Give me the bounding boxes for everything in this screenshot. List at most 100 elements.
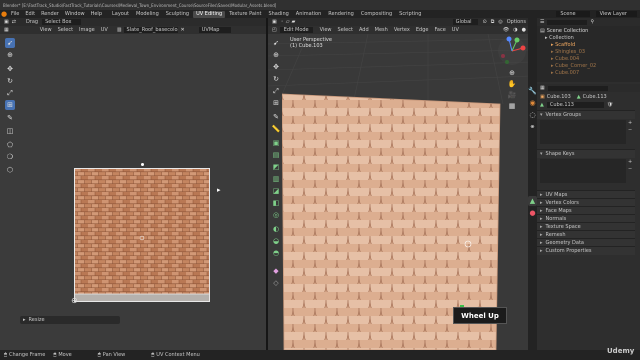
relax-icon[interactable]: ⬠ — [5, 140, 15, 150]
tab-uv-editing[interactable]: UV Editing — [193, 10, 226, 18]
vp-rotate-icon[interactable]: ↻ — [271, 74, 281, 84]
edge-select-icon[interactable]: ▱ — [286, 19, 290, 25]
section-shape-keys[interactable]: ▾ Shape Keys — [537, 149, 635, 158]
mode-dropdown[interactable]: Edit Mode — [279, 27, 313, 33]
hand-icon[interactable]: ✋ — [507, 79, 517, 89]
vp-cursor-icon[interactable]: ➹ — [271, 38, 281, 48]
last-operator-panel[interactable]: ▸ Resize — [20, 316, 120, 324]
vertex-groups-remove-icon[interactable]: − — [628, 127, 632, 133]
tab-rendering[interactable]: Rendering — [325, 11, 357, 18]
polybuild-icon[interactable]: ◧ — [271, 198, 281, 208]
proportional-icon[interactable]: ◎ — [498, 19, 502, 25]
vp-menu-add[interactable]: Add — [356, 27, 372, 33]
uv-menu-view[interactable]: View — [37, 27, 55, 33]
tab-layout[interactable]: Layout — [109, 11, 132, 18]
menu-help[interactable]: Help — [88, 11, 105, 17]
uv-sync-icon[interactable]: ⇄ — [12, 19, 16, 25]
vp-transform-icon[interactable]: ⊞ — [271, 98, 281, 108]
mesh-name-field[interactable]: Cube.113 — [546, 102, 604, 108]
vertex-select-icon[interactable]: ◦ — [281, 19, 284, 25]
editor-type-icon[interactable]: ▦ — [4, 27, 9, 33]
outliner-editor-icon[interactable]: ☰ — [540, 19, 544, 25]
tab-scripting[interactable]: Scripting — [396, 11, 424, 18]
edgeslide-icon[interactable]: ◒ — [271, 236, 281, 246]
pinch-icon[interactable]: ❍ — [5, 152, 15, 162]
vp-menu-uv[interactable]: UV — [449, 27, 462, 33]
tab-shading[interactable]: Shading — [265, 11, 291, 18]
extrude-icon[interactable]: ▣ — [271, 138, 281, 148]
tab-texture-paint[interactable]: Texture Paint — [226, 11, 264, 18]
uv-texture-preview[interactable] — [74, 168, 210, 302]
inset-icon[interactable]: ▤ — [271, 150, 281, 160]
properties-search[interactable] — [547, 85, 608, 91]
menu-window[interactable]: Window — [62, 11, 88, 17]
vp-menu-vertex[interactable]: Vertex — [391, 27, 413, 33]
bevel-icon[interactable]: ◩ — [271, 162, 281, 172]
outliner-item-cube007[interactable]: ▸ Cube.007 — [537, 69, 635, 77]
grab-icon[interactable]: ◫ — [5, 126, 15, 136]
vp-cursor3d-icon[interactable]: ⊕ — [271, 50, 281, 60]
shape-keys-add-icon[interactable]: + — [628, 159, 632, 165]
image-name-field[interactable]: Slate_Roof_basecolo... — [123, 27, 178, 33]
pivot-icon[interactable]: ⊙ — [483, 19, 487, 25]
overlay-icon[interactable]: ◑ — [513, 27, 517, 33]
vp-move-icon[interactable]: ✥ — [271, 62, 281, 72]
viewport-editor-type-icon[interactable]: ◰ — [272, 27, 277, 33]
section-custom-properties[interactable]: ▸ Custom Properties — [537, 246, 635, 255]
viewport-tool-icon[interactable]: ▣ — [272, 19, 277, 25]
spin-icon[interactable]: ◎ — [271, 210, 281, 220]
mesh-data-icon[interactable]: ▲ — [528, 196, 537, 206]
vp-scale-icon[interactable]: ⤢ — [271, 86, 281, 96]
physics-icon[interactable]: ◌ — [528, 110, 537, 120]
options-dropdown[interactable]: Options — [507, 19, 526, 25]
fake-user-icon[interactable]: 🛡 — [607, 102, 613, 108]
properties-editor-icon[interactable]: ▦ — [540, 85, 545, 91]
annotate-icon[interactable]: ✎ — [5, 113, 15, 123]
constraint-icon[interactable]: ⚭ — [528, 122, 537, 132]
menu-edit[interactable]: Edit — [22, 11, 38, 17]
uv-menu-select[interactable]: Select — [55, 27, 76, 33]
loopcut-icon[interactable]: ▥ — [271, 174, 281, 184]
tab-modeling[interactable]: Modeling — [133, 11, 162, 18]
navigation-gizmo[interactable] — [497, 36, 527, 66]
blender-logo-icon[interactable]: ● — [0, 10, 8, 18]
shading-icon[interactable]: ● — [522, 27, 526, 33]
shear-icon[interactable]: ◆ — [271, 266, 281, 276]
menu-render[interactable]: Render — [38, 11, 62, 17]
wrench-icon[interactable]: 🔧 — [528, 86, 537, 96]
scale-icon[interactable]: ⤢ — [5, 88, 15, 98]
grid-icon[interactable]: ▦ — [507, 101, 517, 111]
shape-keys-remove-icon[interactable]: − — [628, 166, 632, 172]
vp-menu-select[interactable]: Select — [335, 27, 356, 33]
vp-menu-edge[interactable]: Edge — [413, 27, 432, 33]
select-box-dropdown[interactable]: Select Box — [42, 19, 82, 25]
vp-menu-face[interactable]: Face — [431, 27, 448, 33]
uv-menu-uv[interactable]: UV — [98, 27, 111, 33]
image-browse-icon[interactable]: ▥ — [117, 27, 122, 33]
vp-menu-view[interactable]: View — [317, 27, 335, 33]
tab-compositing[interactable]: Compositing — [358, 11, 395, 18]
vp-annotate-icon[interactable]: ✎ — [271, 112, 281, 122]
shrink-icon[interactable]: ◓ — [271, 248, 281, 258]
vp-menu-mesh[interactable]: Mesh — [372, 27, 391, 33]
smooth-icon[interactable]: ◐ — [271, 224, 281, 234]
rotate-icon[interactable]: ↻ — [5, 76, 15, 86]
vp-measure-icon[interactable]: 📏 — [271, 124, 281, 134]
filter-icon[interactable]: ⚲ — [590, 19, 594, 25]
snap-icon[interactable]: ⧉ — [491, 19, 495, 25]
uv-menu-image[interactable]: Image — [76, 27, 98, 33]
transform-icon[interactable]: ⊞ — [5, 100, 15, 110]
menu-file[interactable]: File — [8, 11, 22, 17]
material-icon[interactable]: ● — [528, 208, 537, 218]
zoom-icon[interactable]: ⊕ — [507, 68, 517, 78]
scene-selector[interactable]: Scene — [556, 11, 590, 17]
section-vertex-groups[interactable]: ▾ Vertex Groups — [537, 110, 635, 119]
shape-keys-list[interactable] — [540, 159, 626, 183]
move-icon[interactable]: ✥ — [5, 64, 15, 74]
uv-mode-icon[interactable]: ▣ — [4, 19, 9, 25]
uv-map-field[interactable]: UVMap — [198, 27, 232, 33]
vertex-groups-add-icon[interactable]: + — [628, 120, 632, 126]
outliner-search[interactable] — [547, 19, 588, 25]
vertex-groups-list[interactable] — [540, 120, 626, 144]
transform-orientation-dropdown[interactable]: Global — [452, 19, 478, 25]
